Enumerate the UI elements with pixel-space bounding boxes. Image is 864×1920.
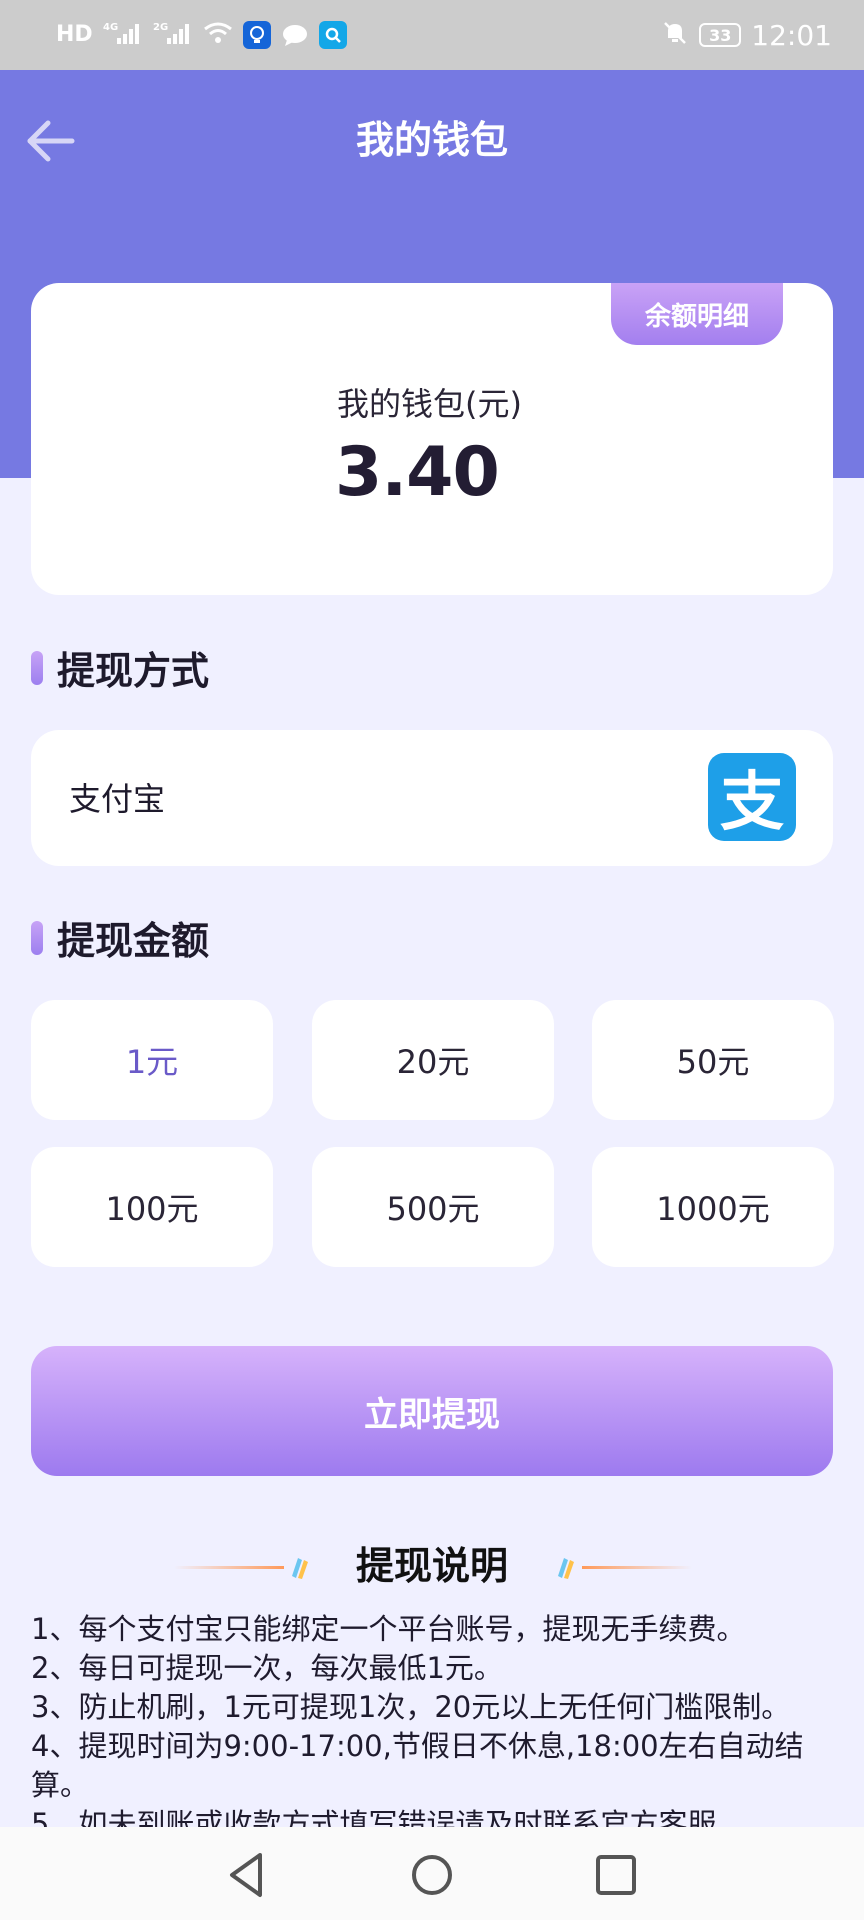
section-accent-bar [31,920,43,955]
instructions-title: 提现说明 [355,1544,508,1588]
section-title: 提现方式 [57,649,210,693]
battery-icon: 33 [699,23,742,47]
instructions-list: 1、每个支付宝只能绑定一个平台账号，提现无手续费。 2、每日可提现一次，每次最低… [31,1610,821,1844]
decor-line-right [582,1566,692,1569]
status-time: 12:01 [751,18,832,52]
hd-icon: HD [56,22,93,47]
nav-back-icon[interactable] [220,1847,276,1903]
section-title: 提现金额 [57,919,210,963]
amount-option-50[interactable]: 50元 [592,1000,834,1120]
balance-label: 我的钱包(元) [337,385,522,423]
amount-option-1[interactable]: 1元 [31,1000,273,1120]
instruction-item: 1、每个支付宝只能绑定一个平台账号，提现无手续费。 [31,1612,746,1646]
signal-2g-icon: 2G [153,20,193,51]
status-right: 33 12:01 [661,19,832,52]
instruction-item: 4、提现时间为9:00-17:00,节假日不休息,18:00左右自动结算。 [31,1729,804,1802]
battery-level: 33 [709,25,732,45]
balance-card: 余额明细 我的钱包(元) 3.40 [31,283,833,595]
mute-bell-icon [661,19,689,51]
amount-option-500[interactable]: 500元 [312,1147,554,1267]
bulb-app-icon [242,21,271,49]
balance-detail-button[interactable]: 余额明细 [611,283,783,345]
page-title: 我的钱包 [355,118,508,162]
chat-app-icon [281,21,309,49]
amount-option-1000[interactable]: 1000元 [592,1147,834,1267]
status-bar: HD 4G 2G 33 12:01 [0,0,864,70]
status-left: HD 4G 2G [56,20,347,51]
method-label: 支付宝 [69,780,166,818]
alipay-logo-icon: 支 [708,753,796,841]
system-nav-bar [0,1827,864,1920]
withdraw-method-alipay[interactable]: 支付宝 支 [31,730,833,866]
amount-option-100[interactable]: 100元 [31,1147,273,1267]
amount-option-20[interactable]: 20元 [312,1000,554,1120]
instructions-heading: 提现说明 [0,1540,864,1592]
instruction-item: 2、每日可提现一次，每次最低1元。 [31,1651,503,1685]
withdraw-method-heading: 提现方式 [31,640,209,695]
section-accent-bar [31,650,43,685]
nav-recents-icon[interactable] [588,1847,644,1903]
decor-leaf-icon [558,1558,574,1579]
wifi-icon [203,21,233,50]
nav-home-icon[interactable] [404,1847,460,1903]
signal-4g-icon: 4G [103,20,143,51]
balance-amount: 3.40 [335,433,500,512]
search-app-icon [318,21,347,49]
instruction-item: 3、防止机刷，1元可提现1次，20元以上无任何门槛限制。 [31,1690,791,1724]
withdraw-now-button[interactable]: 立即提现 [31,1346,833,1476]
withdraw-amount-heading: 提现金额 [31,910,209,965]
svg-text:4G: 4G [103,22,118,33]
svg-text:2G: 2G [153,22,168,33]
